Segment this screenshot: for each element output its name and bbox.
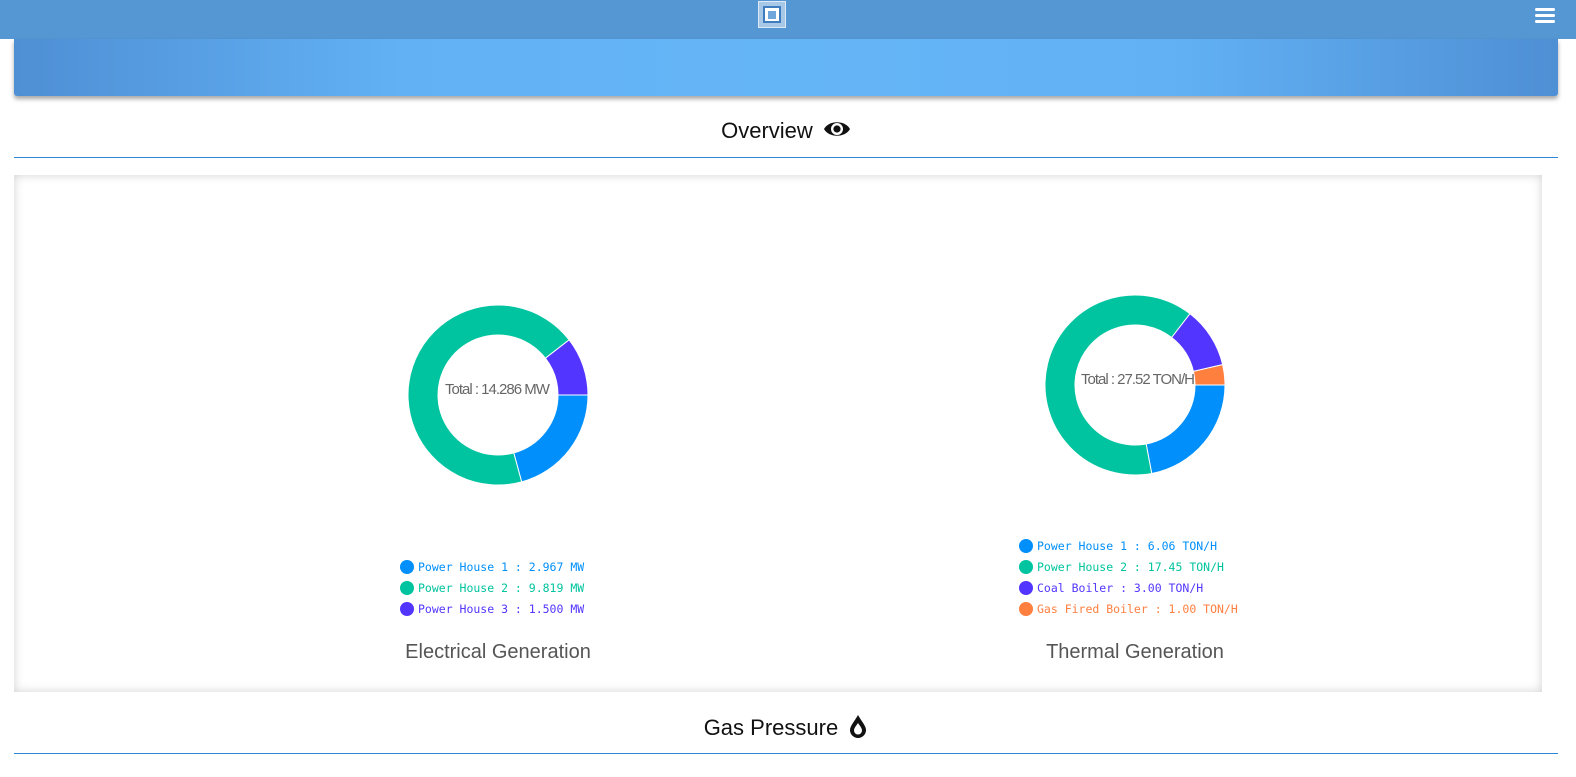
gas-pressure-heading: Gas Pressure [14, 714, 1558, 744]
legend-label: Power House 1 : 2.967 MW [418, 559, 585, 574]
thermal-generation-chart: Total : 27.52 TON/H Power House 1 : 6.06… [1019, 285, 1275, 675]
thermal-legend: Power House 1 : 6.06 TON/H Power House 2 … [1019, 535, 1238, 619]
electrical-legend: Power House 1 : 2.967 MW Power House 2 : … [400, 556, 584, 619]
water-drop-icon [848, 714, 868, 744]
overview-panel: Total : 14.286 MW Power House 1 : 2.967 … [14, 175, 1542, 692]
donut-slice-power-house-1[interactable] [1145, 384, 1226, 475]
donut-slice-power-house-1[interactable] [513, 394, 589, 483]
legend-marker [400, 601, 414, 616]
legend-item-power-house-2[interactable]: Power House 2 : 17.45 TON/H [1019, 556, 1238, 577]
app-logo-icon[interactable] [758, 1, 786, 28]
eye-icon [823, 118, 851, 146]
thermal-total-label: Total : 27.52 TON/H [1081, 371, 1195, 388]
electrical-generation-chart: Total : 14.286 MW Power House 1 : 2.967 … [398, 295, 598, 675]
legend-item-power-house-1[interactable]: Power House 1 : 6.06 TON/H [1019, 535, 1238, 556]
legend-marker [1019, 538, 1033, 553]
legend-label: Coal Boiler : 3.00 TON/H [1037, 580, 1204, 595]
legend-item-power-house-3[interactable]: Power House 3 : 1.500 MW [400, 598, 584, 619]
legend-item-coal-boiler[interactable]: Coal Boiler : 3.00 TON/H [1019, 577, 1238, 598]
legend-label: Power House 2 : 17.45 TON/H [1037, 559, 1224, 574]
overview-heading: Overview [14, 118, 1558, 146]
legend-marker [400, 559, 414, 574]
legend-label: Gas Fired Boiler : 1.00 TON/H [1037, 601, 1238, 616]
overview-title: Overview [721, 118, 813, 143]
legend-label: Power House 1 : 6.06 TON/H [1037, 538, 1218, 553]
top-navbar [0, 0, 1576, 39]
electrical-chart-title: Electrical Generation [405, 641, 591, 663]
gas-pressure-divider [14, 753, 1558, 754]
legend-label: Power House 2 : 9.819 MW [418, 580, 585, 595]
hamburger-menu-icon[interactable] [1535, 7, 1557, 25]
thermal-chart-title: Thermal Generation [1046, 641, 1224, 663]
legend-marker [400, 580, 414, 595]
header-banner [14, 39, 1558, 96]
legend-item-power-house-2[interactable]: Power House 2 : 9.819 MW [400, 577, 584, 598]
electrical-total-label: Total : 14.286 MW [445, 381, 550, 398]
legend-item-power-house-1[interactable]: Power House 1 : 2.967 MW [400, 556, 584, 577]
legend-marker [1019, 601, 1033, 616]
legend-marker [1019, 559, 1033, 574]
legend-item-gas-fired-boiler[interactable]: Gas Fired Boiler : 1.00 TON/H [1019, 598, 1238, 619]
legend-marker [1019, 580, 1033, 595]
gas-pressure-title: Gas Pressure [703, 714, 839, 740]
legend-label: Power House 3 : 1.500 MW [418, 601, 585, 616]
overview-divider [14, 157, 1558, 158]
